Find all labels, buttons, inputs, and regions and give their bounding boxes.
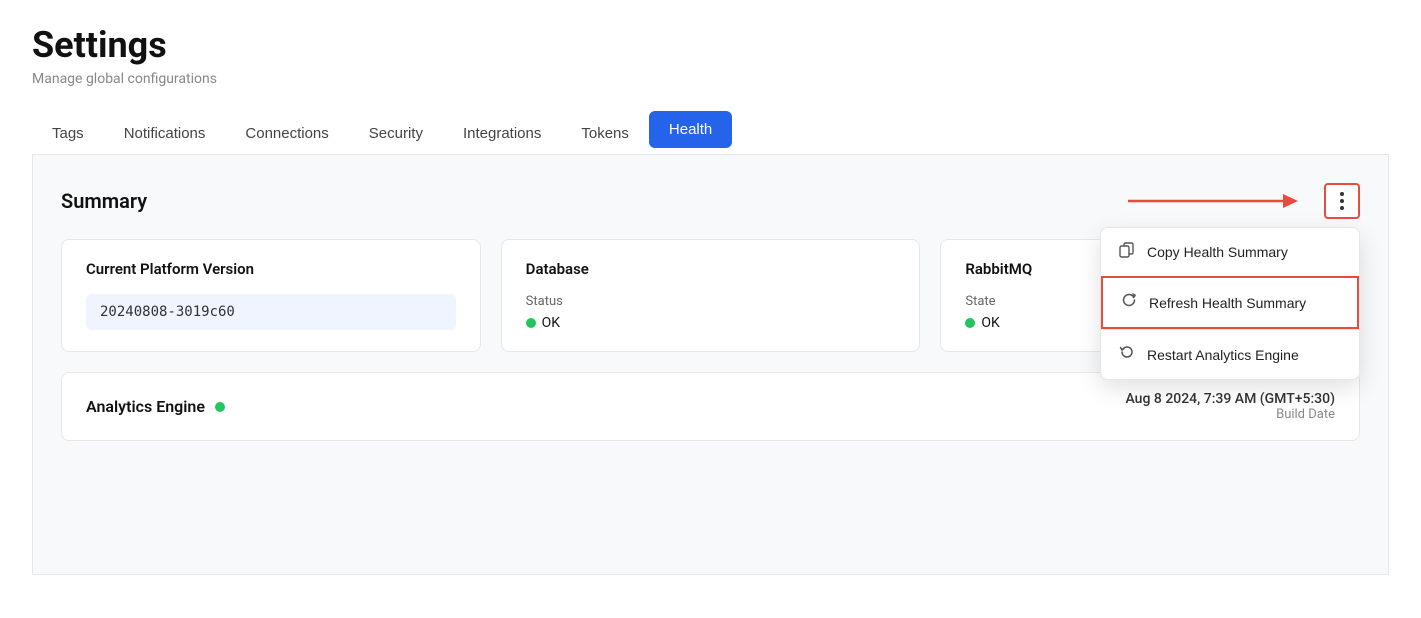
analytics-engine-right: Aug 8 2024, 7:39 AM (GMT+5:30) Build Dat…	[1125, 391, 1335, 422]
analytics-engine-date: Aug 8 2024, 7:39 AM (GMT+5:30)	[1125, 391, 1335, 407]
analytics-engine-dot	[215, 402, 225, 412]
refresh-icon	[1121, 292, 1137, 313]
analytics-engine-row: Analytics Engine Aug 8 2024, 7:39 AM (GM…	[61, 372, 1360, 441]
build-date-label: Build Date	[1125, 407, 1335, 422]
menu-wrapper: Copy Health Summary Refresh Health Summa…	[1128, 183, 1360, 219]
tab-security[interactable]: Security	[349, 115, 443, 152]
analytics-engine-left: Analytics Engine	[86, 397, 225, 416]
dot1	[1340, 192, 1344, 196]
restart-icon	[1119, 344, 1135, 365]
summary-header: Summary	[61, 183, 1360, 219]
refresh-health-summary-button[interactable]: Refresh Health Summary	[1101, 276, 1359, 329]
health-content: Summary	[32, 155, 1389, 575]
arrow-indicator	[1128, 189, 1308, 213]
tab-connections[interactable]: Connections	[225, 115, 348, 152]
page-title: Settings	[32, 24, 1389, 67]
tabs-bar: Tags Notifications Connections Security …	[32, 111, 1389, 155]
dot2	[1340, 199, 1344, 203]
refresh-health-label: Refresh Health Summary	[1149, 295, 1306, 311]
platform-version-value: 20240808-3019c60	[86, 294, 456, 330]
database-status-label: Status	[526, 294, 896, 309]
copy-health-summary-button[interactable]: Copy Health Summary	[1101, 228, 1359, 276]
more-options-button[interactable]	[1324, 183, 1360, 219]
restart-analytics-label: Restart Analytics Engine	[1147, 347, 1299, 363]
rabbitmq-status-dot	[965, 318, 975, 328]
database-status-dot	[526, 318, 536, 328]
analytics-engine-label: Analytics Engine	[86, 397, 205, 416]
tab-integrations[interactable]: Integrations	[443, 115, 561, 152]
database-status-value: OK	[542, 315, 560, 331]
database-status-ok: OK	[526, 315, 896, 331]
tab-tokens[interactable]: Tokens	[561, 115, 649, 152]
rabbitmq-status-value: OK	[981, 315, 999, 331]
database-card: Database Status OK	[501, 239, 921, 352]
summary-title: Summary	[61, 189, 147, 213]
tab-notifications[interactable]: Notifications	[104, 115, 226, 152]
tab-health[interactable]: Health	[649, 111, 732, 148]
dropdown-menu: Copy Health Summary Refresh Health Summa…	[1100, 227, 1360, 380]
platform-version-title: Current Platform Version	[86, 260, 456, 278]
tab-tags[interactable]: Tags	[32, 115, 104, 152]
dot3	[1340, 206, 1344, 210]
copy-icon	[1119, 242, 1135, 262]
restart-analytics-engine-button[interactable]: Restart Analytics Engine	[1101, 330, 1359, 379]
page-subtitle: Manage global configurations	[32, 71, 1389, 87]
copy-health-label: Copy Health Summary	[1147, 244, 1288, 260]
database-title: Database	[526, 260, 896, 278]
platform-version-card: Current Platform Version 20240808-3019c6…	[61, 239, 481, 352]
